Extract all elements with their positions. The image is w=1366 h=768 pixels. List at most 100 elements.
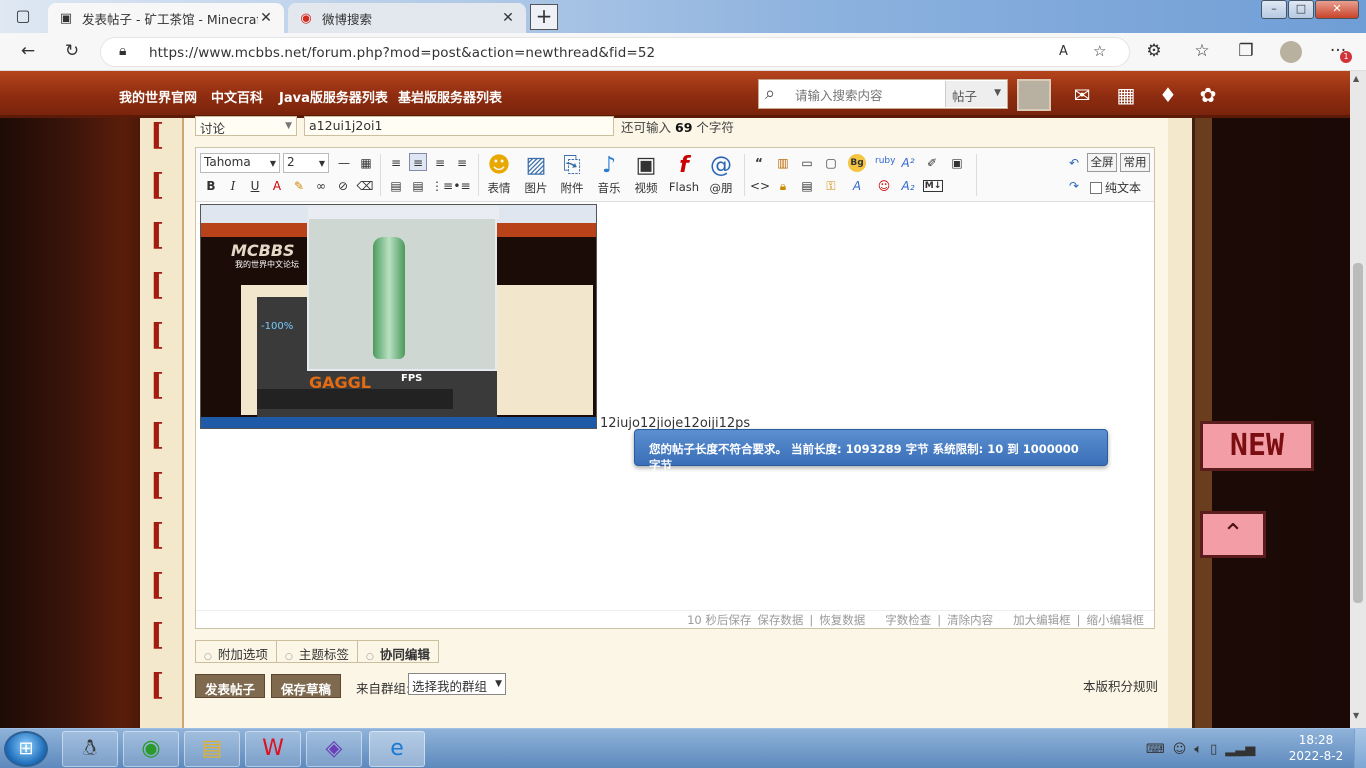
new-tab-button[interactable]: + — [530, 4, 558, 30]
attachment-button[interactable]: ⎘ 附件 — [554, 152, 590, 200]
tab-actions-icon[interactable]: ▢ — [12, 6, 34, 26]
browser-360-icon[interactable]: ◉ — [123, 731, 179, 767]
save-data-link[interactable]: 保存数据 — [757, 612, 803, 628]
font-size-select[interactable]: 2 ▼ — [283, 153, 329, 173]
image-button[interactable]: ▨ 图片 — [518, 152, 554, 200]
tab-weibo[interactable]: ◉ 微博搜索 ✕ — [288, 3, 526, 33]
undo-icon[interactable]: ↶ — [1065, 154, 1083, 172]
volume-icon[interactable]: 🔈︎ — [1194, 742, 1202, 757]
scrollbar-thumb[interactable] — [1353, 263, 1363, 603]
bullet-list-icon[interactable]: •≡ — [453, 177, 471, 195]
potion-icon[interactable]: ♦ — [1154, 83, 1182, 109]
minimize-button[interactable]: – — [1261, 0, 1287, 19]
close-icon[interactable]: ✕ — [500, 10, 516, 26]
float-right-icon[interactable]: ▤ — [409, 177, 427, 195]
nav-link-official[interactable]: 我的世界官网 — [119, 87, 197, 106]
superscript-icon[interactable]: A² — [899, 154, 917, 172]
extra-options-button[interactable]: ○ 附加选项 — [195, 640, 277, 663]
page-icon[interactable]: ▭ — [798, 154, 816, 172]
search-input[interactable] — [795, 85, 945, 105]
edit-code-icon[interactable]: ✐ — [923, 154, 941, 172]
group-select[interactable]: 选择我的群组 ▼ — [408, 673, 506, 695]
topic-tags-button[interactable]: ○ 主题标签 — [276, 640, 358, 663]
scroll-up-icon[interactable]: ▲ — [1353, 74, 1359, 83]
subscript-icon[interactable]: A₂ — [899, 177, 917, 195]
quote-icon[interactable]: “ — [750, 154, 768, 172]
search-scope-select[interactable]: 帖子 ▼ — [945, 81, 1007, 107]
plain-text-checkbox[interactable] — [1090, 181, 1102, 194]
enlarge-editor-link[interactable]: 加大编辑框 — [1013, 612, 1071, 628]
background-color-icon[interactable]: Bg — [848, 154, 866, 172]
table-icon[interactable]: ▦ — [357, 154, 375, 172]
submit-post-button[interactable]: 发表帖子 — [195, 674, 266, 698]
network-icon[interactable]: ▂▃▅ — [1225, 742, 1255, 757]
task-cube-icon[interactable]: ▦ — [1112, 83, 1140, 109]
post-title-input[interactable]: a12ui1j2oi1 — [304, 116, 614, 136]
markdown-icon[interactable]: M↓ — [923, 180, 943, 192]
url-bar[interactable]: 🔒︎ https://www.mcbbs.net/forum.php?mod=p… — [100, 37, 1130, 67]
back-to-top-sign[interactable]: ⌃ — [1200, 511, 1266, 558]
close-icon[interactable]: ✕ — [258, 10, 274, 26]
bold-icon[interactable]: B — [202, 177, 220, 195]
horizontal-rule-icon[interactable]: — — [335, 154, 353, 172]
word-count-link[interactable]: 字数检查 — [885, 612, 931, 628]
extensions-icon[interactable]: ⚙ — [1142, 41, 1166, 63]
link-icon[interactable]: ∞ — [312, 177, 330, 195]
font-style-icon[interactable]: A — [848, 177, 866, 195]
underline-icon[interactable]: U — [246, 177, 264, 195]
message-icon[interactable]: ✉ — [1068, 83, 1096, 109]
code-icon[interactable]: <> — [750, 177, 770, 195]
nav-link-bedrock-servers[interactable]: 基岩版服务器列表 — [398, 87, 502, 106]
flash-button[interactable]: f Flash — [666, 152, 702, 200]
page-scrollbar[interactable]: ▲ ▼ — [1350, 71, 1366, 728]
post-type-select[interactable]: 讨论 ▼ — [195, 116, 297, 136]
align-center-text-icon[interactable]: ≡ — [431, 154, 449, 172]
key-icon[interactable]: ⚿ — [822, 177, 840, 195]
plain-text-toggle[interactable]: 纯文本 — [1090, 179, 1141, 196]
align-center-icon[interactable]: ≡ — [409, 153, 427, 171]
device-icon[interactable]: ▯ — [1210, 742, 1217, 757]
music-button[interactable]: ♪ 音乐 — [591, 152, 627, 200]
align-right-icon[interactable]: ≡ — [453, 154, 471, 172]
fullscreen-button[interactable]: 全屏 — [1087, 153, 1117, 172]
italic-icon[interactable]: I — [224, 177, 242, 195]
align-left-icon[interactable]: ≡ — [387, 154, 405, 172]
window-icon[interactable]: ▣ — [948, 154, 966, 172]
hide-lock-icon[interactable]: 🔒︎ — [774, 177, 792, 195]
free-icon[interactable]: ▥ — [774, 154, 792, 172]
mention-button[interactable]: @ @朋 — [703, 152, 739, 200]
unlink-icon[interactable]: ⊘ — [334, 177, 352, 195]
restore-page-icon[interactable]: ▢ — [822, 154, 840, 172]
palette-icon[interactable]: ✿ — [1194, 83, 1222, 109]
game-app-icon[interactable]: ◈ — [306, 731, 362, 767]
lock-icon[interactable]: 🔒︎ — [119, 43, 126, 59]
qq-app-icon[interactable]: 🐧︎ — [62, 731, 118, 767]
redo-icon[interactable]: ↷ — [1065, 177, 1083, 195]
collab-edit-button[interactable]: ○ 协同编辑 — [357, 640, 439, 663]
keyboard-icon[interactable]: ⌨ — [1146, 742, 1165, 757]
user-avatar[interactable] — [1017, 79, 1051, 111]
read-aloud-icon[interactable]: A — [1059, 44, 1068, 59]
save-draft-button[interactable]: 保存草稿 — [271, 674, 342, 698]
nav-link-java-servers[interactable]: Java版服务器列表 — [279, 87, 388, 106]
ordered-list-icon[interactable]: ⋮≡ — [431, 177, 453, 195]
common-mode-button[interactable]: 常用 — [1120, 153, 1150, 172]
embedded-screenshot-image[interactable]: MCBBS 我的世界中文论坛 -100% GAGGL FPS — [200, 204, 597, 429]
collections-icon[interactable]: ❐ — [1234, 41, 1258, 63]
font-family-select[interactable]: Tahoma ▼ — [200, 153, 280, 173]
video-button[interactable]: ▣ 视频 — [628, 152, 664, 200]
add-favorite-icon[interactable]: ☆ — [1093, 42, 1106, 60]
qq-icon[interactable]: ☺ — [875, 177, 893, 195]
taskbar-clock[interactable]: 18:28 2022-8-2 — [1286, 732, 1346, 764]
search-icon[interactable]: ⌕ — [765, 83, 775, 104]
new-post-sign[interactable]: NEW — [1200, 421, 1314, 471]
profile-avatar[interactable] — [1280, 41, 1302, 63]
highlight-icon[interactable]: ✎ — [290, 177, 308, 195]
clear-content-link[interactable]: 清除内容 — [947, 612, 993, 628]
tab-post[interactable]: ▣ 发表帖子 - 矿工茶馆 - Minecraft ✕ — [48, 3, 284, 33]
edge-browser-icon[interactable]: e — [369, 731, 425, 767]
wps-office-icon[interactable]: W — [245, 731, 301, 767]
credit-rules-link[interactable]: 本版积分规则 — [1083, 676, 1158, 695]
refresh-icon[interactable]: ↻ — [60, 41, 84, 63]
emoji-button[interactable]: ☻ 表情 — [481, 152, 517, 200]
